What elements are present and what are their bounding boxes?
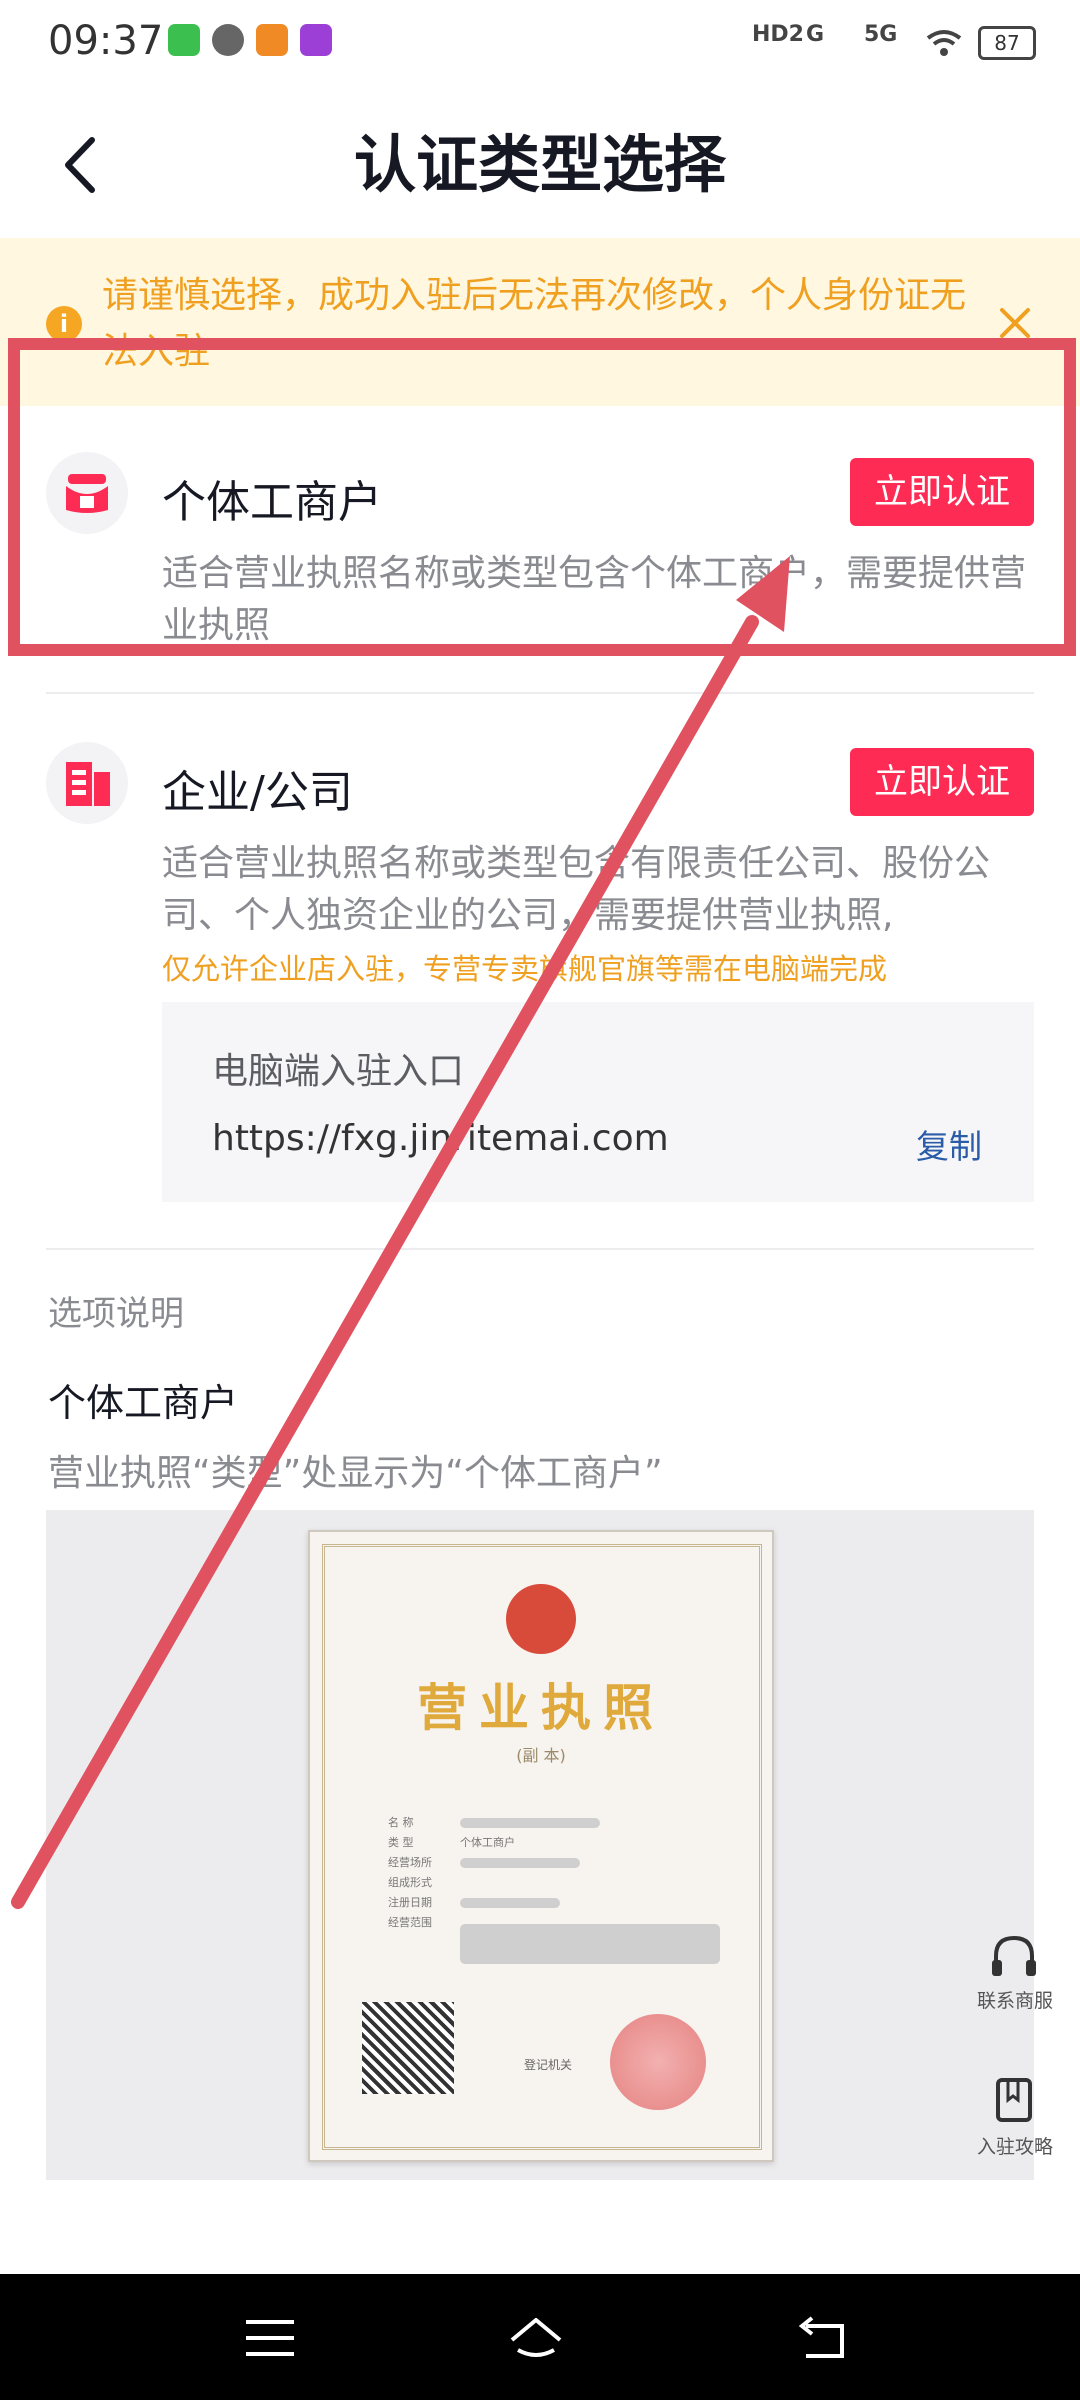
official-seal-icon	[610, 2014, 706, 2110]
license-blur	[460, 1898, 560, 1908]
status-bar: 09:37 HD2 G 5G 87	[0, 0, 1080, 86]
menu-icon[interactable]	[240, 2308, 300, 2368]
license-type-value: 个体工商户	[460, 1836, 515, 1849]
guide-label[interactable]: 入驻攻略	[960, 2132, 1070, 2159]
store-app-icon	[256, 24, 288, 56]
video-app-icon	[300, 24, 332, 56]
license-field: 注册日期	[388, 1896, 432, 1909]
license-field: 名 称	[388, 1816, 414, 1829]
option-title-company: 企业/公司	[162, 767, 353, 818]
annotation-highlight-box	[8, 338, 1076, 656]
signal-5g-indicator: 5G	[864, 22, 898, 47]
section-label: 选项说明	[48, 1294, 184, 1334]
license-blur	[460, 1858, 580, 1868]
pc-entry-label: 电脑端入驻入口	[212, 1051, 465, 1092]
section-desc: 营业执照“类型”处显示为“个体工商户”	[48, 1453, 663, 1494]
option-warning-company: 仅允许企业店入驻，专营专卖旗舰官旗等需在电脑端完成	[162, 952, 888, 986]
back-nav-icon[interactable]	[792, 2308, 852, 2368]
signal-g-indicator: G	[806, 22, 825, 47]
section-title: 个体工商户	[48, 1381, 239, 1425]
divider	[46, 1248, 1034, 1250]
divider	[46, 692, 1034, 694]
status-time: 09:37	[48, 18, 164, 64]
wifi-icon	[926, 30, 962, 56]
contact-service-label[interactable]: 联系商服	[960, 1986, 1070, 2013]
license-field: 类 型	[388, 1836, 414, 1849]
page-title: 认证类型选择	[353, 128, 726, 201]
option-desc-company: 适合营业执照名称或类型包含有限责任公司、股份公司、个人独资企业的公司，需要提供营…	[162, 843, 991, 936]
license-title: 营业执照	[417, 1678, 665, 1737]
license-blur	[460, 1924, 720, 1964]
message-icon	[212, 24, 244, 56]
book-icon[interactable]	[986, 2072, 1042, 2128]
hd-indicator: HD2	[752, 22, 804, 47]
certify-company-button[interactable]: 立即认证	[850, 748, 1034, 816]
license-subtitle: (副 本)	[516, 1746, 566, 1765]
headset-icon[interactable]	[986, 1930, 1042, 1986]
battery-icon: 87	[978, 26, 1036, 60]
pc-entry-box	[162, 1002, 1034, 1202]
business-license-image: 营业执照 (副 本) 名 称 类 型 个体工商户 经营场所 组成形式 注册日期 …	[308, 1530, 774, 2162]
chevron-left-icon[interactable]	[52, 120, 122, 210]
license-blur	[460, 1818, 600, 1828]
pc-entry-url: https://fxg.jinritemai.com	[212, 1118, 669, 1159]
building-icon	[46, 742, 128, 824]
national-emblem-icon	[506, 1584, 576, 1654]
license-authority: 登记机关	[524, 2058, 573, 2072]
qr-code-icon	[362, 2002, 454, 2094]
iqiyi-app-icon	[168, 24, 200, 56]
license-field: 经营场所	[388, 1856, 432, 1869]
copy-button[interactable]: 复制	[916, 1120, 982, 1168]
license-field: 组成形式	[388, 1876, 432, 1889]
license-field: 经营范围	[388, 1916, 432, 1929]
home-icon[interactable]	[506, 2308, 566, 2368]
info-icon: i	[46, 306, 82, 342]
